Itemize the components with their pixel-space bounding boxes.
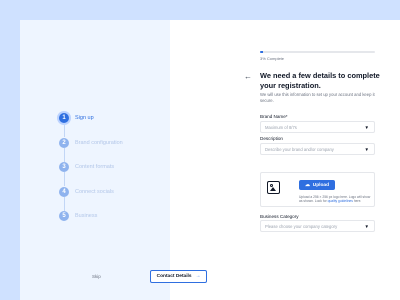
step-number: 1: [59, 113, 69, 123]
progress-indicator: 3% Complete: [260, 51, 375, 61]
step-connector: [63, 123, 65, 137]
image-icon-mountain: [270, 187, 276, 191]
step-label: Connect socials: [75, 188, 114, 195]
upload-button[interactable]: ☁ Upload: [299, 180, 335, 190]
required-mark: *: [285, 114, 288, 119]
cloud-upload-icon: ☁: [304, 182, 310, 188]
step-connector: [63, 172, 65, 186]
step-sign-up[interactable]: 1 Sign up: [59, 112, 123, 137]
logo-upload-box: ☁ Upload Upload a 256 × 256 px logo here…: [260, 172, 375, 207]
step-label: Content formats: [75, 164, 115, 170]
chevron-down-icon: ▼: [364, 224, 369, 229]
chevron-down-icon: ▼: [364, 147, 369, 152]
skip-button[interactable]: Skip: [92, 274, 101, 279]
upload-hint-end: here.: [353, 199, 362, 204]
business-category-select[interactable]: Please choose your company category ▼: [260, 220, 375, 232]
page-subtitle: We will use this information to set up y…: [260, 92, 375, 103]
steps-sidebar: 1 Sign up 2 Brand configuration 3 Conten…: [20, 20, 170, 300]
step-number: 3: [59, 162, 69, 172]
step-connector: [63, 147, 65, 162]
step-label: Business: [75, 213, 98, 219]
registration-frame: 1 Sign up 2 Brand configuration 3 Conten…: [20, 20, 400, 300]
chevron-down-icon: ▼: [364, 125, 369, 130]
image-icon: [267, 181, 280, 194]
arrow-right-icon: →: [195, 274, 201, 279]
form-panel: 3% Complete ← We need a few details to c…: [170, 20, 400, 300]
upload-button-label: Upload: [312, 182, 330, 188]
step-brand-configuration[interactable]: 2 Brand configuration: [59, 137, 123, 162]
step-number: 5: [59, 211, 69, 221]
step-number: 4: [59, 186, 69, 197]
step-business[interactable]: 5 Business: [59, 210, 123, 222]
step-list: 1 Sign up 2 Brand configuration 3 Conten…: [59, 112, 123, 235]
brand-name-input[interactable]: Maximum of 8/7s ▼: [260, 121, 375, 133]
arrow-left-icon[interactable]: ←: [244, 72, 252, 81]
description-input[interactable]: Describe your brand and/or company ▼: [260, 143, 375, 155]
step-label: Sign up: [75, 115, 94, 121]
brand-name-label: Brand Name*: [260, 114, 288, 119]
contact-details-label: Contact Details: [156, 274, 192, 279]
step-number: 2: [59, 137, 69, 148]
upload-hint: Upload a 256 × 256 px logo here. Logo wi…: [299, 195, 371, 203]
progress-track: [260, 51, 375, 53]
step-connect-socials[interactable]: 4 Connect socials: [59, 186, 123, 211]
description-placeholder: Describe your brand and/or company: [265, 146, 334, 152]
business-category-placeholder: Please choose your company category: [265, 223, 338, 229]
business-category-label: Business Category: [260, 214, 299, 219]
step-content-formats[interactable]: 3 Content formats: [59, 161, 123, 186]
progress-text: 3% Complete: [260, 56, 285, 61]
brand-name-label-text: Brand Name: [260, 114, 286, 119]
progress-fill: [260, 51, 264, 53]
step-connector: [63, 196, 65, 211]
step-label: Brand configuration: [75, 139, 123, 146]
quality-guidelines-link[interactable]: quality guidelines: [328, 199, 353, 203]
description-label: Description: [260, 136, 283, 141]
page-title: We need a few details to complete your r…: [260, 71, 380, 90]
brand-name-placeholder: Maximum of 8/7s: [265, 124, 297, 130]
contact-details-button[interactable]: Contact Details →: [150, 270, 207, 283]
